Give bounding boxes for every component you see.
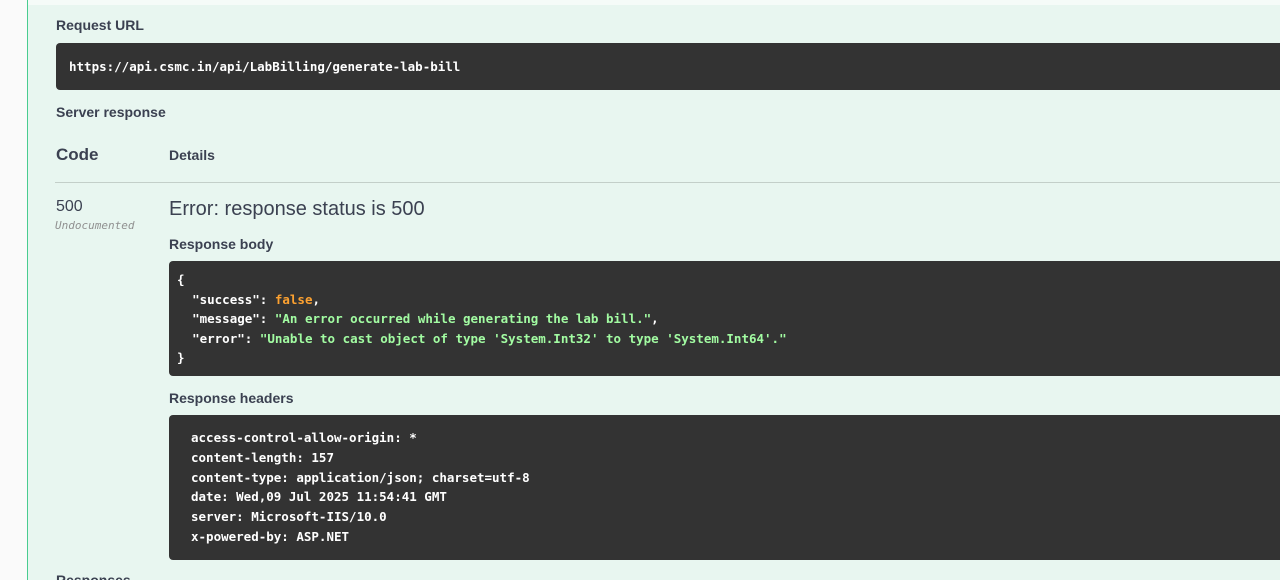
panel-top-strip xyxy=(28,0,1280,5)
json-separator: : xyxy=(259,311,275,326)
response-status-code: 500 xyxy=(56,198,83,215)
json-value: "An error occurred while generating the … xyxy=(274,311,652,326)
json-separator: : xyxy=(259,291,275,307)
json-trailing-comma: , xyxy=(651,311,659,326)
json-value: false xyxy=(274,291,313,307)
json-line: "success": false, xyxy=(177,290,1280,310)
header-line: date: Wed,09 Jul 2025 11:54:41 GMT xyxy=(191,489,447,505)
response-headers-label: Response headers xyxy=(169,390,294,406)
responses-section-label: Responses xyxy=(56,572,131,580)
header-line: x-powered-by: ASP.NET xyxy=(191,528,350,544)
json-key: "success" xyxy=(192,291,260,307)
response-body-code[interactable]: { "success": false, "message": "An error… xyxy=(169,261,1280,376)
json-key: "message" xyxy=(192,311,260,326)
request-url-text: https://api.csmc.in/api/LabBilling/gener… xyxy=(69,59,461,74)
table-divider xyxy=(55,182,1280,183)
response-headers-code[interactable]: access-control-allow-origin: * content-le… xyxy=(169,415,1280,560)
request-url-value[interactable]: https://api.csmc.in/api/LabBilling/gener… xyxy=(56,43,1280,90)
column-header-code: Code xyxy=(56,145,99,164)
json-line: "error": "Unable to cast object of type … xyxy=(177,329,1280,349)
try-it-out-response-panel: Request URL https://api.csmc.in/api/LabB… xyxy=(27,0,1280,580)
header-line: access-control-allow-origin: * xyxy=(191,430,417,445)
json-trailing-comma: , xyxy=(312,291,321,307)
server-response-label: Server response xyxy=(56,104,166,120)
json-line: "message": "An error occurred while gene… xyxy=(177,309,1280,329)
header-line: content-length: 157 xyxy=(191,449,334,465)
json-key: "error" xyxy=(192,330,245,346)
json-open-brace: { xyxy=(177,272,185,287)
undocumented-note: Undocumented xyxy=(55,219,135,232)
left-gutter xyxy=(0,0,27,580)
header-line: server: Microsoft-IIS/10.0 xyxy=(191,509,387,525)
json-close-brace: } xyxy=(177,350,185,365)
json-value: "Unable to cast object of type 'System.I… xyxy=(259,330,787,346)
column-header-details: Details xyxy=(169,147,215,163)
response-body-label: Response body xyxy=(169,236,274,252)
request-url-label: Request URL xyxy=(56,17,144,33)
error-message-title: Error: response status is 500 xyxy=(169,198,425,220)
json-separator: : xyxy=(244,330,260,346)
header-line: content-type: application/json; charset=… xyxy=(191,469,530,485)
